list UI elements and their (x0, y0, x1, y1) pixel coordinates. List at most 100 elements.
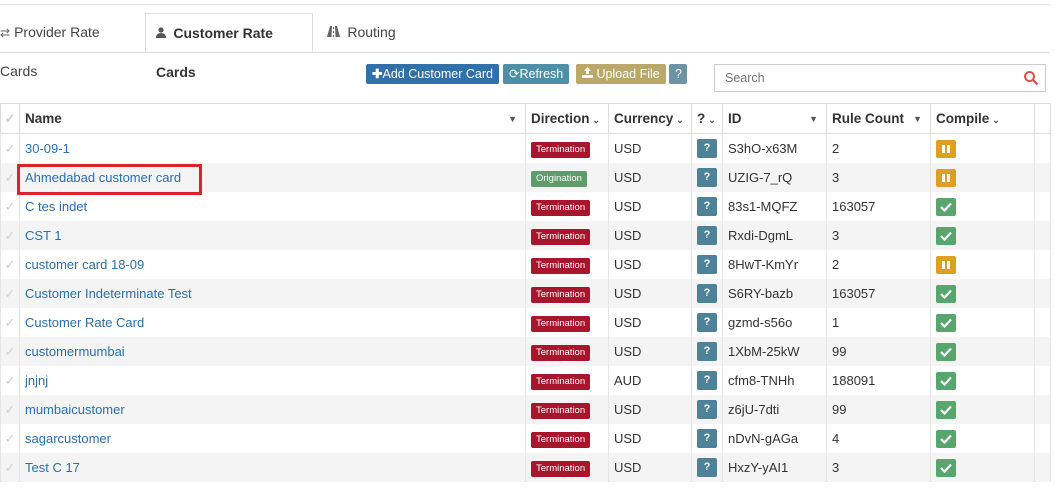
compile-pause-icon[interactable] (936, 255, 956, 274)
currency-cell: USD (608, 308, 692, 337)
row-spacer (1034, 337, 1051, 366)
table-row[interactable]: ✓ CST 1 Termination USD ? Rxdi-DgmL 3 (0, 221, 1051, 250)
search-icon[interactable] (1023, 70, 1039, 86)
compile-check-icon[interactable] (936, 371, 956, 390)
table-header-row: ✓ Name ▼ Direction ⌄ Currency ⌄ ? ⌄ ID ▼ Rule… (0, 103, 1051, 134)
row-help-button[interactable]: ? (697, 226, 717, 245)
table-row[interactable]: ✓ Ahmedabad customer card Origination US… (0, 163, 1051, 192)
compile-check-icon[interactable] (936, 313, 956, 332)
table-row[interactable]: ✓ C tes indet Termination USD ? 83s1-MQF… (0, 192, 1051, 221)
row-spacer (1034, 250, 1051, 279)
column-header-compile[interactable]: Compile ⌄ (930, 103, 1035, 134)
rule-count-cell: 163057 (826, 279, 931, 308)
add-customer-card-button[interactable]: ✚Add Customer Card (366, 64, 499, 84)
id-cell: UZIG-7_rQ (722, 163, 827, 192)
rate-card-name-link[interactable]: mumbaicustomer (25, 402, 125, 417)
rate-card-name-link[interactable]: Customer Indeterminate Test (25, 286, 192, 301)
row-checkbox[interactable]: ✓ (0, 395, 20, 424)
rate-card-tabs: ⇄ Provider Rate Cards Customer Rate Cards… (0, 13, 1050, 80)
rule-count-cell: 2 (826, 250, 931, 279)
table-row[interactable]: ✓ jnjnj Termination AUD ? cfm8-TNHh 1880… (0, 366, 1051, 395)
id-cell: HxzY-yAI1 (722, 453, 827, 482)
row-help-button[interactable]: ? (697, 197, 717, 216)
row-checkbox[interactable]: ✓ (0, 308, 20, 337)
table-row[interactable]: ✓ Test C 17 Termination USD ? HxzY-yAI1 … (0, 453, 1051, 482)
rate-card-name-link[interactable]: 30-09-1 (25, 141, 70, 156)
row-help-button[interactable]: ? (697, 371, 717, 390)
compile-pause-icon[interactable] (936, 139, 956, 158)
tab-provider-rate-cards[interactable]: ⇄ Provider Rate Cards (0, 13, 140, 79)
rate-card-name-link[interactable]: customer card 18-09 (25, 257, 144, 272)
upload-file-button[interactable]: Upload File (576, 64, 666, 84)
row-help-button[interactable]: ? (697, 284, 717, 303)
table-row[interactable]: ✓ Customer Rate Card Termination USD ? g… (0, 308, 1051, 337)
column-header-id[interactable]: ID ▼ (722, 103, 827, 134)
tab-routing[interactable]: Routing (327, 13, 407, 51)
rate-card-name-link[interactable]: Customer Rate Card (25, 315, 144, 330)
rate-card-name-link[interactable]: CST 1 (25, 228, 62, 243)
row-help-button[interactable]: ? (697, 168, 717, 187)
rate-card-name-link[interactable]: jnjnj (25, 373, 48, 388)
rate-card-name-link[interactable]: sagarcustomer (25, 431, 111, 446)
row-spacer (1034, 424, 1051, 453)
rate-card-name-link[interactable]: Test C 17 (25, 460, 80, 475)
refresh-icon: ⟳ (509, 67, 520, 81)
row-checkbox[interactable]: ✓ (0, 133, 20, 163)
table-row[interactable]: ✓ customer card 18-09 Termination USD ? … (0, 250, 1051, 279)
row-checkbox[interactable]: ✓ (0, 279, 20, 308)
row-help-button[interactable]: ? (697, 429, 717, 448)
rate-card-name-link[interactable]: Ahmedabad customer card (25, 170, 181, 185)
upload-icon (582, 67, 596, 81)
tab-customer-rate-cards[interactable]: Customer Rate Cards (145, 13, 313, 80)
compile-check-icon[interactable] (936, 284, 956, 303)
row-checkbox[interactable]: ✓ (0, 221, 20, 250)
row-help-button[interactable]: ? (697, 400, 717, 419)
row-checkbox[interactable]: ✓ (0, 337, 20, 366)
table-row[interactable]: ✓ mumbaicustomer Termination USD ? z6jU-… (0, 395, 1051, 424)
column-header-rule-count[interactable]: Rule Count ▼ (826, 103, 931, 134)
row-checkbox[interactable]: ✓ (0, 366, 20, 395)
row-checkbox[interactable]: ✓ (0, 424, 20, 453)
row-help-button[interactable]: ? (697, 255, 717, 274)
id-cell: S3hO-x63M (722, 133, 827, 163)
row-spacer (1034, 192, 1051, 221)
compile-check-icon[interactable] (936, 429, 956, 448)
table-row[interactable]: ✓ sagarcustomer Termination USD ? nDvN-g… (0, 424, 1051, 453)
table-row[interactable]: ✓ Customer Indeterminate Test Terminatio… (0, 279, 1051, 308)
row-checkbox[interactable]: ✓ (0, 453, 20, 482)
compile-check-icon[interactable] (936, 458, 956, 477)
column-header-currency[interactable]: Currency ⌄ (608, 103, 692, 134)
direction-badge: Termination (531, 460, 591, 477)
top-divider (0, 4, 1050, 5)
table-row[interactable]: ✓ 30-09-1 Termination USD ? S3hO-x63M 2 (0, 133, 1051, 163)
compile-check-icon[interactable] (936, 226, 956, 245)
user-icon (156, 27, 169, 41)
help-button[interactable]: ? (669, 64, 687, 84)
currency-cell: USD (608, 163, 692, 192)
currency-cell: USD (608, 133, 692, 163)
id-cell: nDvN-gAGa (722, 424, 827, 453)
select-all-checkbox[interactable]: ✓ (0, 103, 20, 134)
row-checkbox[interactable]: ✓ (0, 250, 20, 279)
row-help-button[interactable]: ? (697, 139, 717, 158)
row-help-button[interactable]: ? (697, 342, 717, 361)
rate-card-name-link[interactable]: C tes indet (25, 199, 87, 214)
row-checkbox[interactable]: ✓ (0, 163, 20, 192)
column-header-direction[interactable]: Direction ⌄ (525, 103, 609, 134)
search-input[interactable] (715, 65, 1025, 91)
row-spacer (1034, 308, 1051, 337)
row-help-button[interactable]: ? (697, 458, 717, 477)
compile-check-icon[interactable] (936, 400, 956, 419)
column-header-help[interactable]: ? ⌄ (691, 103, 723, 134)
table-row[interactable]: ✓ customermumbai Termination USD ? 1XbM-… (0, 337, 1051, 366)
refresh-button[interactable]: ⟳Refresh (503, 64, 570, 84)
rule-count-cell: 1 (826, 308, 931, 337)
compile-check-icon[interactable] (936, 197, 956, 216)
row-spacer (1034, 163, 1051, 192)
compile-check-icon[interactable] (936, 342, 956, 361)
row-help-button[interactable]: ? (697, 313, 717, 332)
column-header-name[interactable]: Name ▼ (19, 103, 526, 134)
rate-card-name-link[interactable]: customermumbai (25, 344, 125, 359)
row-checkbox[interactable]: ✓ (0, 192, 20, 221)
compile-pause-icon[interactable] (936, 168, 956, 187)
